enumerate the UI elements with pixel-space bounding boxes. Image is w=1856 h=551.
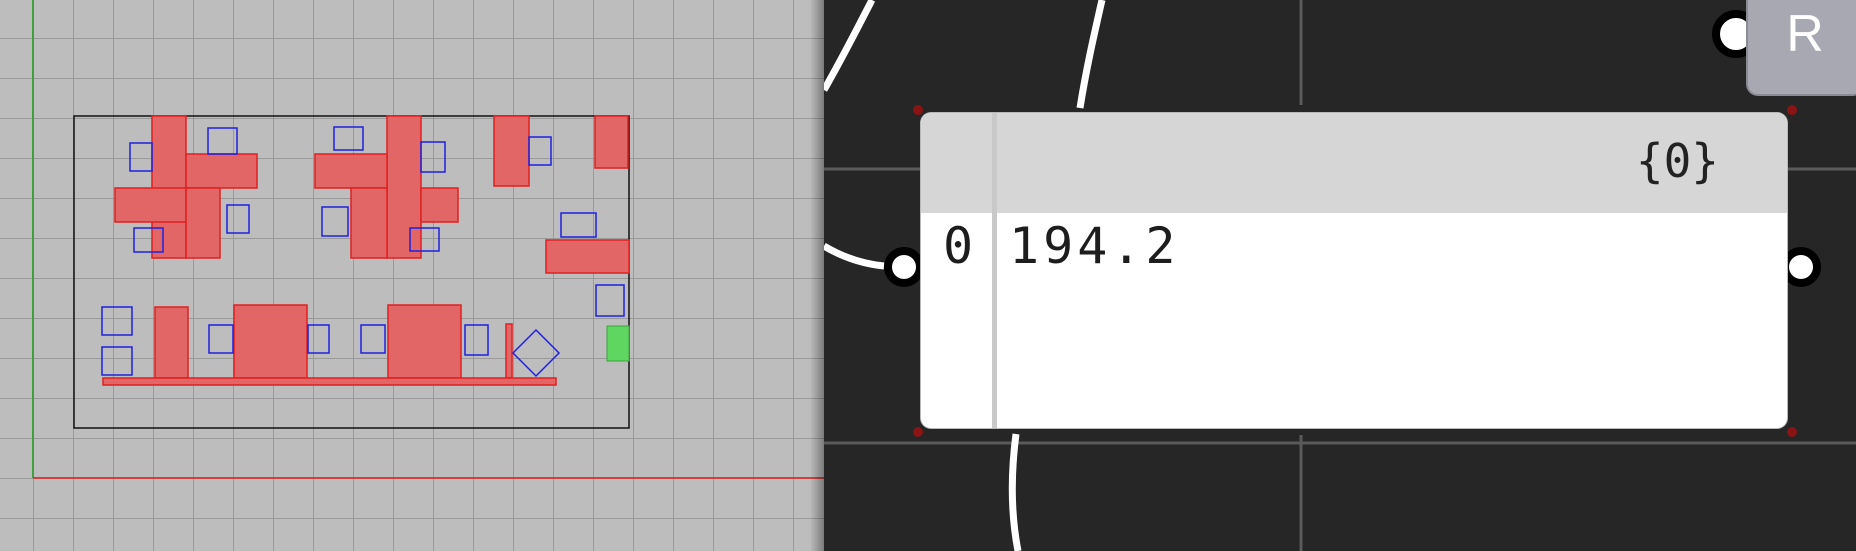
red-region [102,377,557,386]
data-path-label: {0} [1635,134,1719,188]
blue-square [307,324,330,354]
input-socket[interactable] [884,247,924,287]
blue-square [129,142,153,172]
blue-square [207,127,238,155]
green-marker [606,325,630,362]
rhino-viewport[interactable] [0,0,824,551]
blue-square [464,324,489,356]
blue-square [528,136,552,166]
r-component-label: R [1786,5,1824,63]
r-component-button[interactable]: R [1746,0,1856,96]
viewport-drawing [32,0,824,479]
red-region [350,187,388,259]
red-region [545,239,630,274]
blue-square [560,212,597,238]
red-region [151,115,187,259]
wire [1008,433,1022,551]
viewport-edge-shadow [810,0,824,551]
blue-square [101,306,133,336]
red-region [420,187,459,223]
blue-square [321,206,349,237]
blue-square [101,346,133,376]
blue-square [333,126,364,151]
red-region [233,304,308,379]
panel-component[interactable]: {0} 0 194.2 [921,113,1787,428]
blue-square [420,141,446,173]
red-region [505,323,513,379]
red-region [314,153,388,189]
red-region [154,306,189,379]
wire [1076,0,1106,109]
corner-marker [913,427,923,437]
blue-square [360,324,386,354]
blue-square [226,204,250,234]
wire [824,0,876,92]
corner-marker [1787,105,1797,115]
panel-row: 0 194.2 [921,216,1787,276]
blue-square [595,284,625,317]
red-region [114,187,187,223]
red-region [493,115,530,187]
blue-square [208,324,234,354]
wire [824,242,885,270]
red-region [185,153,258,189]
red-region [386,115,422,259]
blue-rotated-square [511,328,561,378]
red-region [387,304,462,379]
red-region [185,187,221,259]
output-socket[interactable] [1781,247,1821,287]
corner-marker [1787,427,1797,437]
red-region [594,115,629,169]
row-value: 194.2 [1009,217,1180,275]
grasshopper-canvas[interactable]: {0} 0 194.2 R [824,0,1856,551]
row-index: 0 [943,217,974,275]
